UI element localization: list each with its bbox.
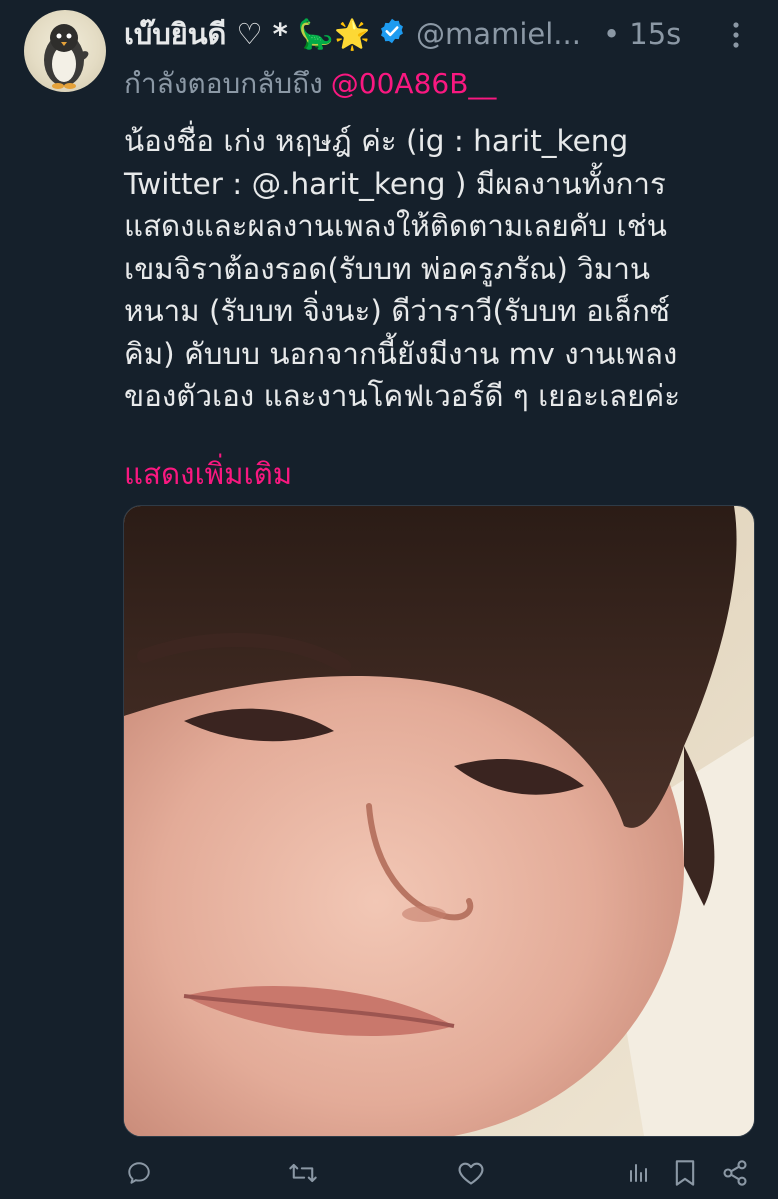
- tweet-text: น้องชื่อ เก่ง หฤษฎ์ ค่ะ (ig : harit_keng…: [124, 120, 764, 418]
- display-name[interactable]: เบ๊บยินดี ♡ * 🦕🌟: [124, 11, 370, 57]
- more-vertical-icon[interactable]: [732, 22, 740, 52]
- views-chart-icon[interactable]: [624, 1158, 654, 1188]
- tweet-action-bar: [0, 1150, 778, 1196]
- tweet-text-line: หนาม (รับบท จิ่งนะ) ดีว่าราวี(รับบท อเล็…: [124, 294, 670, 328]
- bookmark-icon[interactable]: [670, 1158, 700, 1188]
- replying-to: กำลังตอบกลับถึง @00A86B__: [124, 62, 496, 106]
- tweet-media-photo[interactable]: [123, 505, 755, 1137]
- penguin-avatar-image: [44, 24, 89, 89]
- tweet-header: เบ๊บยินดี ♡ * 🦕🌟 @mamiel... • 15s: [124, 10, 764, 58]
- face-photo-image: [124, 506, 754, 1136]
- tweet-text-line: คิม) คับบบ นอกจากนี้ยังมีงาน mv งานเพลง: [124, 336, 678, 371]
- tweet-text-line: น้องชื่อ เก่ง หฤษฎ์ ค่ะ (ig : harit_keng: [124, 124, 629, 158]
- tweet-text-line: ของตัวเอง และงานโคฟเวอร์ดี ๆ เยอะเลยค่ะ: [124, 379, 681, 413]
- reply-prefix: กำลังตอบกลับถึง: [124, 67, 323, 100]
- show-more-link[interactable]: แสดงเพิ่มเติม: [124, 450, 292, 497]
- tweet-text-line: Twitter : @.harit_keng ) มีผลงานทั้งการ: [124, 166, 666, 201]
- verified-badge-icon: [378, 17, 406, 52]
- timestamp[interactable]: • 15s: [603, 17, 681, 51]
- reply-mention-link[interactable]: @00A86B__: [331, 67, 497, 100]
- user-handle[interactable]: @mamiel...: [416, 17, 581, 51]
- share-icon[interactable]: [720, 1158, 750, 1188]
- heart-icon[interactable]: [456, 1158, 486, 1188]
- reply-icon[interactable]: [124, 1158, 154, 1188]
- tweet-text-line: แสดงและผลงานเพลงให้ติดตามเลยคับ เช่น: [124, 209, 667, 243]
- avatar[interactable]: [24, 10, 106, 92]
- tweet-text-line: เขมจิราต้องรอด(รับบท พ่อครูภรัณ) วิมาน: [124, 251, 651, 286]
- retweet-icon[interactable]: [288, 1158, 318, 1188]
- tweet[interactable]: เบ๊บยินดี ♡ * 🦕🌟 @mamiel... • 15s กำลังต…: [0, 0, 778, 1199]
